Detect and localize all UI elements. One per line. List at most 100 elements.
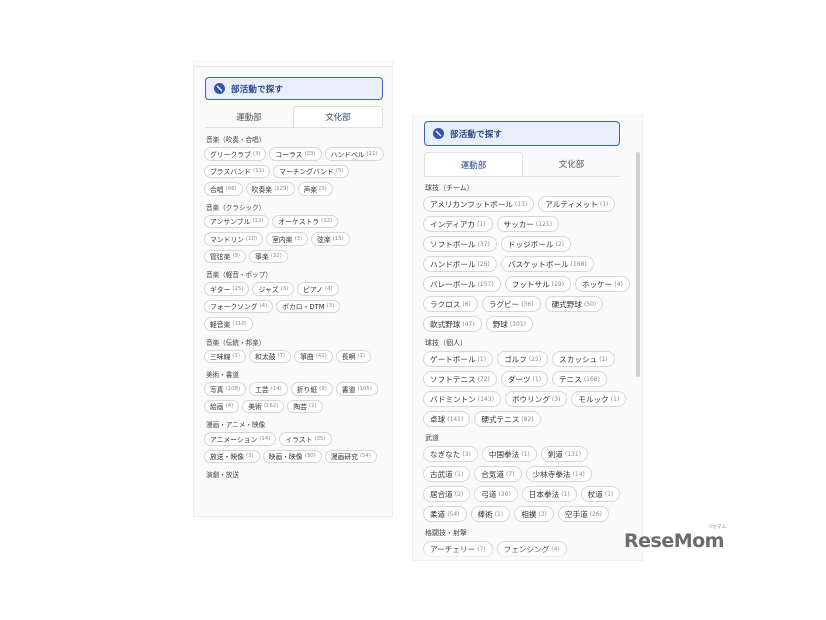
search-icon	[433, 128, 444, 139]
tab-sports-clubs[interactable]: 運動部	[424, 152, 523, 176]
club-chip[interactable]: 杖道 (1)	[580, 486, 621, 502]
club-chip[interactable]: 工芸 (14)	[249, 382, 288, 396]
club-chip[interactable]: 弦楽 (15)	[311, 232, 350, 246]
club-chip-count: (30)	[304, 453, 316, 460]
club-chip[interactable]: なぎなた (3)	[423, 446, 478, 462]
club-chip[interactable]: ゲートボール (1)	[423, 351, 494, 367]
club-chip[interactable]: サッカー (121)	[496, 216, 560, 232]
club-chip[interactable]: 合気道 (7)	[474, 466, 522, 482]
club-chip[interactable]: 映画・映像 (30)	[262, 449, 322, 463]
club-chip[interactable]: 軟式野球 (47)	[423, 316, 482, 332]
club-chip-label: フォークソング	[210, 303, 258, 312]
club-chip[interactable]: 絵画 (4)	[204, 399, 240, 413]
club-chip[interactable]: 中国拳法 (1)	[481, 446, 537, 462]
club-chip[interactable]: ハンドボール (26)	[423, 256, 497, 272]
club-chip[interactable]: 柔道 (54)	[423, 506, 467, 522]
club-chip[interactable]: イラスト (35)	[279, 432, 332, 446]
club-chip[interactable]: マーチングバンド (5)	[273, 164, 350, 178]
club-chip[interactable]: 軽音楽 (110)	[204, 317, 253, 331]
club-chip[interactable]: フットサル (19)	[504, 276, 571, 292]
club-chip[interactable]: ブラスバンド (11)	[204, 164, 271, 178]
club-chip[interactable]: 室内楽 (3)	[266, 232, 309, 246]
club-chip[interactable]: フォークソング (4)	[204, 299, 274, 313]
club-chip[interactable]: バドミントン (143)	[423, 391, 501, 407]
club-chip[interactable]: 日本拳法 (1)	[521, 486, 577, 502]
club-chip[interactable]: 合唱 (66)	[204, 182, 243, 196]
club-chip[interactable]: 剣道 (131)	[540, 446, 589, 462]
club-chip[interactable]: 少林寺拳法 (14)	[525, 466, 592, 482]
club-chip[interactable]: 硬式野球 (50)	[544, 296, 604, 312]
club-chip[interactable]: テニス (168)	[552, 371, 607, 387]
club-chip[interactable]: 居合道 (2)	[423, 486, 471, 502]
club-search-button[interactable]: 部活動で探す	[424, 121, 620, 146]
club-chip[interactable]: オーケストラ (12)	[272, 214, 339, 228]
club-chip[interactable]: ボウリング (3)	[504, 391, 568, 407]
club-chip-count: (54)	[447, 510, 460, 518]
club-chip[interactable]: 野球 (101)	[485, 316, 534, 332]
club-chip[interactable]: 陶芸 (2)	[287, 399, 323, 413]
club-chip-count: (66)	[225, 185, 237, 192]
club-chip[interactable]: インディアカ (1)	[423, 216, 493, 232]
tab-sports-clubs[interactable]: 運動部	[205, 106, 293, 127]
club-chip[interactable]: 漫画研究 (54)	[324, 449, 377, 463]
tab-culture-clubs[interactable]: 文化部	[293, 106, 383, 127]
club-chip[interactable]: ソフトテニス (72)	[423, 371, 497, 387]
tab-culture-clubs[interactable]: 文化部	[523, 152, 620, 176]
club-chip[interactable]: マンドリン (10)	[204, 232, 264, 246]
club-chip-count: (3)	[551, 395, 561, 403]
club-chip[interactable]: 長唄 (1)	[335, 349, 371, 363]
club-chip[interactable]: ダーツ (1)	[500, 371, 549, 387]
club-chip[interactable]: 書道 (105)	[335, 382, 378, 396]
club-chip[interactable]: 管弦楽 (9)	[204, 249, 247, 263]
club-chip[interactable]: ラクロス (6)	[423, 296, 478, 312]
club-chip[interactable]: バレーボール (157)	[423, 276, 501, 292]
club-chip-count: (141)	[447, 415, 464, 423]
club-chip[interactable]: 吹奏楽 (129)	[245, 182, 295, 196]
club-chip[interactable]: ゴルフ (25)	[497, 351, 549, 367]
club-chip[interactable]: アンサンブル (12)	[204, 214, 270, 228]
club-chip[interactable]: ドッジボール (2)	[500, 236, 571, 252]
club-chip[interactable]: グリークラブ (3)	[204, 147, 267, 161]
club-chip-count: (26)	[589, 510, 602, 518]
club-chip[interactable]: 硬式テニス (82)	[474, 411, 541, 427]
club-chip[interactable]: ギター (25)	[204, 282, 250, 296]
club-chip[interactable]: 空手道 (26)	[557, 506, 609, 522]
club-chip[interactable]: 相撲 (3)	[514, 506, 554, 522]
club-chip[interactable]: ホッケー (4)	[575, 276, 630, 292]
sports-club-panel: 部活動で探す 運動部 文化部 球技（チーム） アメリカンフットボール (13) アルテ…	[412, 114, 643, 561]
club-chip[interactable]: モルック (1)	[571, 391, 627, 407]
club-chip[interactable]: バスケットボール (168)	[500, 256, 594, 272]
club-chip-count: (1)	[610, 395, 620, 403]
club-chip[interactable]: アニメーション (14)	[204, 432, 277, 446]
club-chip[interactable]: 弓道 (30)	[474, 486, 518, 502]
club-chip[interactable]: 放送・映像 (3)	[204, 449, 260, 463]
club-chip[interactable]: 写真 (108)	[204, 382, 247, 396]
culture-club-panel: 部活動で探す 運動部 文化部 音楽（吹奏・合唱） グリークラブ (3) コーラス (23…	[193, 60, 393, 517]
club-search-button[interactable]: 部活動で探す	[205, 77, 383, 100]
club-chip-count: (9)	[232, 253, 241, 260]
club-chip[interactable]: 折り紙 (9)	[290, 382, 333, 396]
club-chip[interactable]: 棒術 (1)	[470, 506, 511, 522]
club-chip[interactable]: ハンドベル (11)	[324, 147, 384, 161]
club-chip[interactable]: 和太鼓 (7)	[249, 349, 292, 363]
club-chip[interactable]: アルティメット (1)	[538, 196, 616, 212]
club-chip[interactable]: ボカロ・DTM (3)	[276, 299, 341, 313]
club-chip[interactable]: 声楽 (3)	[297, 182, 333, 196]
club-chip[interactable]: スカッシュ (1)	[552, 351, 615, 367]
club-chip-label: 弓道	[481, 489, 497, 499]
club-chip[interactable]: 箏曲 (42)	[294, 349, 333, 363]
club-chip[interactable]: 古武道 (1)	[423, 466, 471, 482]
club-chip[interactable]: 美術 (162)	[242, 399, 285, 413]
club-chip-group: ギター (25) ジャズ (3) ピアノ (4) フォークソング (4) ボカロ・DTM (3) 軽…	[204, 282, 386, 331]
resemom-logo: ReseMom リセマム	[624, 525, 726, 552]
club-chip[interactable]: 三味線 (1)	[204, 349, 247, 363]
club-chip[interactable]: アメリカンフットボール (13)	[423, 196, 535, 212]
club-chip[interactable]: ラグビー (36)	[481, 296, 541, 312]
club-chip[interactable]: 卓球 (141)	[423, 411, 471, 427]
club-chip[interactable]: ソフトボール (37)	[423, 236, 497, 252]
scrollbar[interactable]	[636, 152, 640, 377]
club-chip[interactable]: ピアノ (4)	[297, 282, 339, 296]
club-chip[interactable]: 箏楽 (32)	[249, 249, 288, 263]
club-chip[interactable]: コーラス (23)	[269, 147, 322, 161]
club-chip[interactable]: ジャズ (3)	[252, 282, 295, 296]
